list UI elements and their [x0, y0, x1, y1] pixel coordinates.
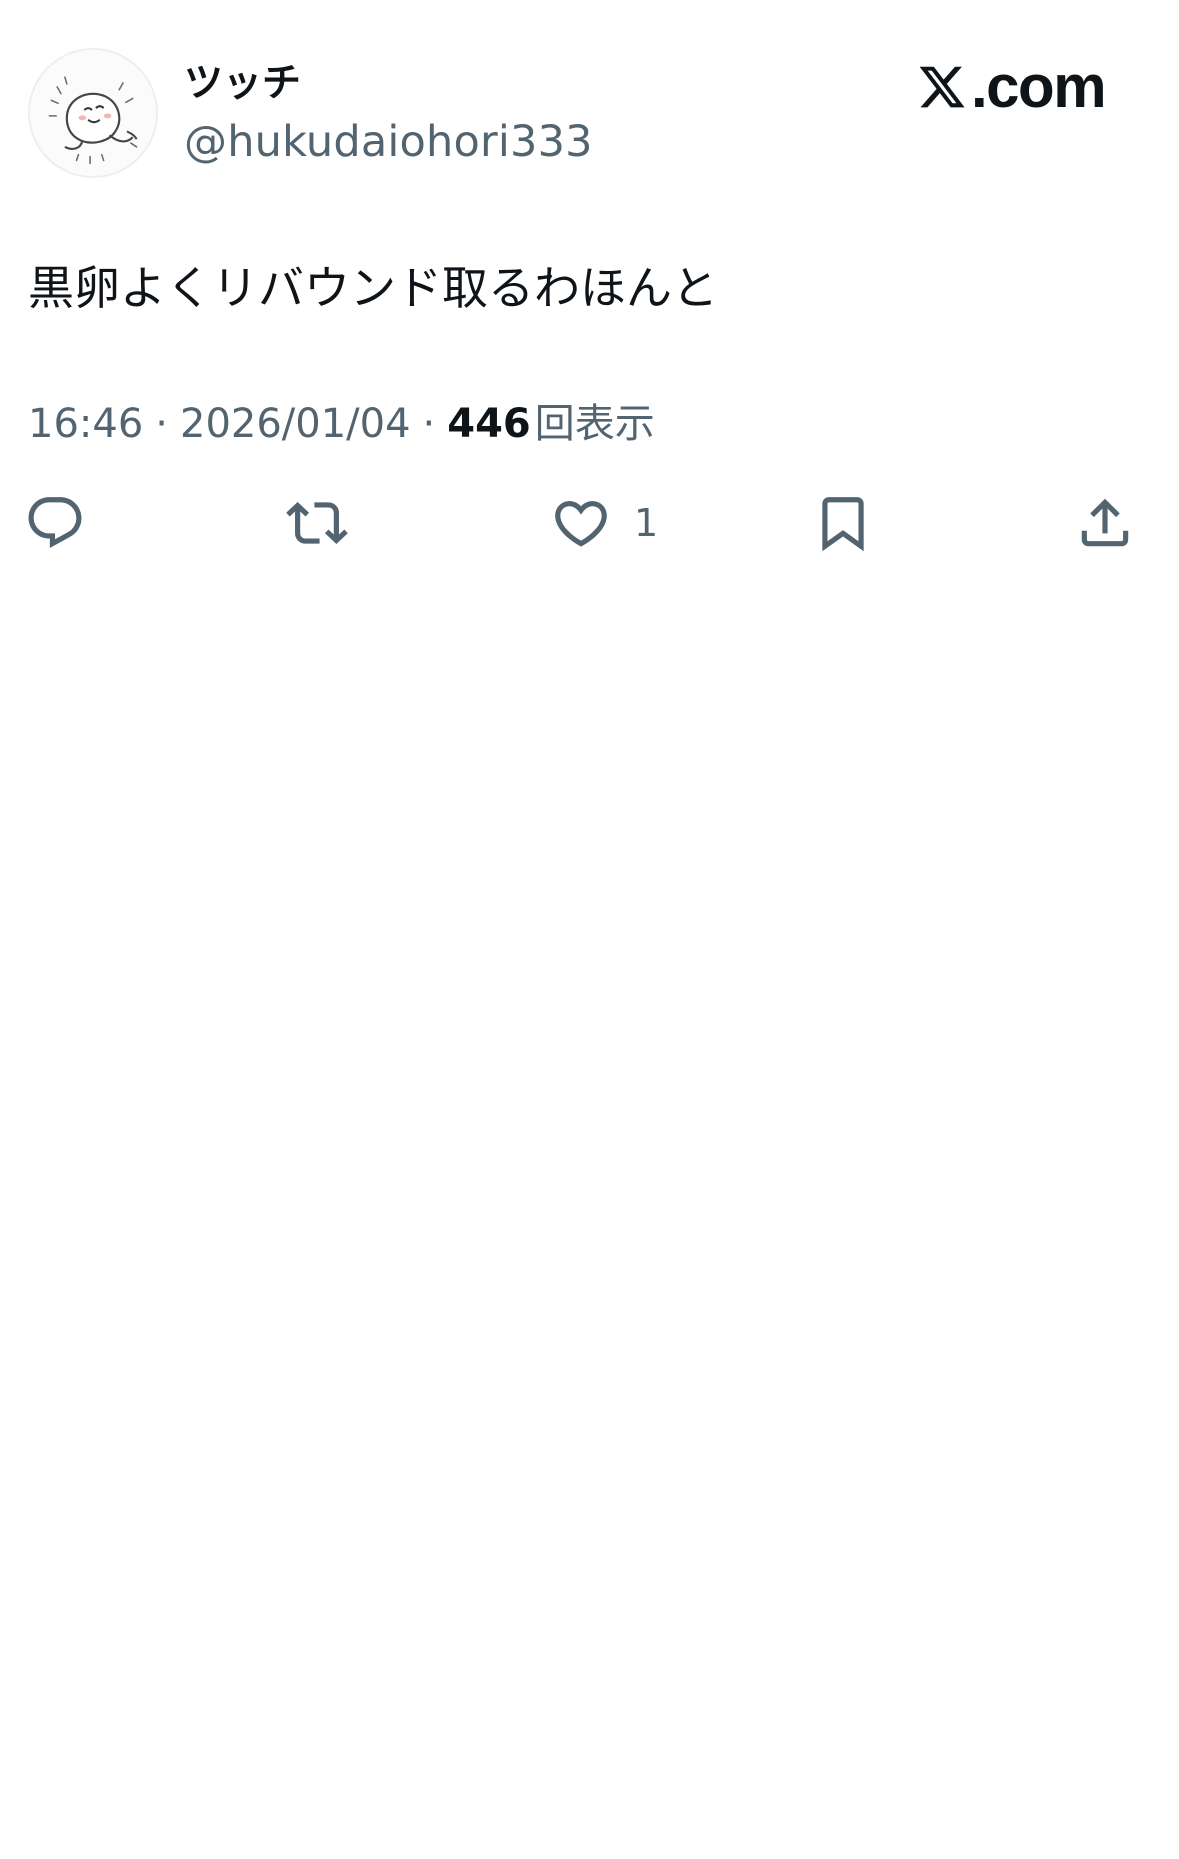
like-count: 1	[634, 501, 659, 545]
share-icon	[1081, 498, 1129, 547]
heart-icon	[555, 501, 607, 547]
brand-domain-text: .com	[971, 53, 1107, 120]
views-count: 446	[447, 401, 531, 447]
bookmark-button[interactable]	[812, 488, 874, 558]
tweet-text: 黒卵よくリバウンド取るわほんと	[28, 261, 718, 315]
tweet-date[interactable]: 2026/01/04	[180, 396, 411, 452]
reply-icon	[28, 497, 82, 549]
meta-separator: ·	[155, 401, 168, 447]
tweet-card: ツッチ @hukudaiohori333 .com 黒卵よくリバウンド取るわほん…	[0, 0, 1179, 1859]
reply-button[interactable]	[24, 488, 86, 558]
x-logo-icon	[919, 66, 965, 108]
avatar[interactable]	[28, 48, 158, 178]
display-name[interactable]: ツッチ	[184, 58, 301, 110]
avatar-illustration-icon	[48, 76, 138, 165]
tweet-meta: 16:46 · 2026/01/04 · 446 回表示	[28, 396, 655, 452]
tweet-time[interactable]: 16:46	[28, 396, 143, 452]
meta-separator: ·	[422, 401, 436, 447]
user-handle[interactable]: @hukudaiohori333	[184, 114, 593, 170]
repost-button[interactable]	[286, 488, 348, 558]
share-button[interactable]	[1074, 488, 1136, 558]
x-com-brand: .com	[917, 52, 1107, 122]
bookmark-icon	[822, 497, 864, 552]
views-label: 回表示	[534, 401, 655, 447]
repost-icon	[286, 502, 348, 544]
action-bar: 1	[0, 488, 1179, 558]
like-button[interactable]: 1	[550, 488, 658, 558]
